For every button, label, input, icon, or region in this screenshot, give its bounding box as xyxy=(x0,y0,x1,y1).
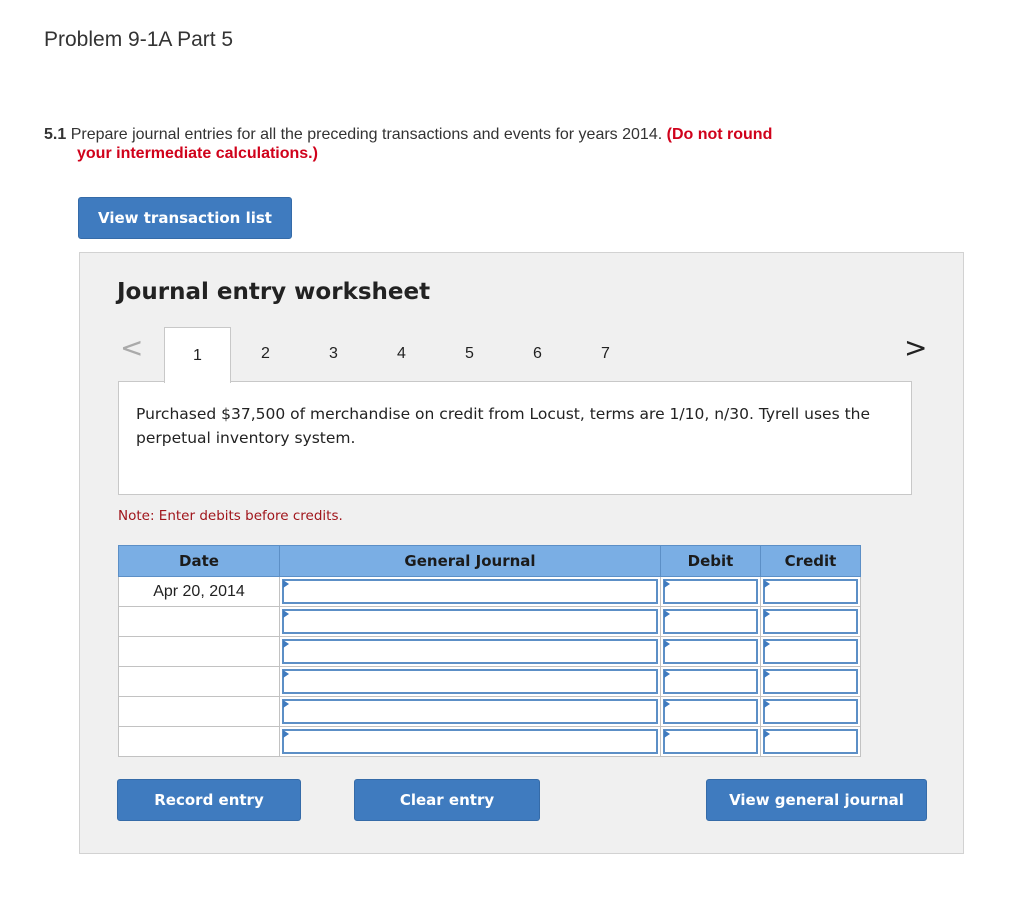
view-transaction-list-button[interactable]: View transaction list xyxy=(78,197,292,239)
tab-6[interactable]: 6 xyxy=(504,327,571,381)
date-cell: Apr 20, 2014 xyxy=(118,576,280,607)
instruction-number: 5.1 xyxy=(44,126,67,143)
table-row: Apr 20, 2014 xyxy=(118,576,861,607)
date-cell xyxy=(118,606,280,637)
table-row xyxy=(118,606,861,637)
tab-7[interactable]: 7 xyxy=(572,327,639,381)
credit-input[interactable] xyxy=(763,609,858,634)
account-input[interactable] xyxy=(282,729,658,754)
debit-input[interactable] xyxy=(663,579,758,604)
credit-input[interactable] xyxy=(763,639,858,664)
tab-1[interactable]: 1 xyxy=(164,327,231,383)
date-cell xyxy=(118,636,280,667)
worksheet-heading: Journal entry worksheet xyxy=(117,279,431,305)
clear-entry-button[interactable]: Clear entry xyxy=(354,779,540,821)
debit-input[interactable] xyxy=(663,609,758,634)
next-arrow-icon[interactable]: > xyxy=(904,331,927,364)
account-input[interactable] xyxy=(282,669,658,694)
instruction-warning-1: (Do not round xyxy=(666,126,773,143)
tab-4[interactable]: 4 xyxy=(368,327,435,381)
table-row xyxy=(118,696,861,727)
table-row xyxy=(118,636,861,667)
credit-input[interactable] xyxy=(763,729,858,754)
debit-input[interactable] xyxy=(663,729,758,754)
entry-note: Note: Enter debits before credits. xyxy=(118,508,343,524)
journal-entry-worksheet: Journal entry worksheet < > 1 2 3 4 5 6 … xyxy=(79,252,964,854)
tab-2[interactable]: 2 xyxy=(232,327,299,381)
prev-arrow-icon[interactable]: < xyxy=(120,331,143,364)
tab-3[interactable]: 3 xyxy=(300,327,367,381)
account-input[interactable] xyxy=(282,579,658,604)
account-input[interactable] xyxy=(282,609,658,634)
header-date: Date xyxy=(118,545,280,577)
date-cell xyxy=(118,726,280,757)
credit-input[interactable] xyxy=(763,579,858,604)
debit-input[interactable] xyxy=(663,639,758,664)
header-credit: Credit xyxy=(760,545,861,577)
view-general-journal-button[interactable]: View general journal xyxy=(706,779,927,821)
date-cell xyxy=(118,696,280,727)
record-entry-button[interactable]: Record entry xyxy=(117,779,301,821)
tab-5[interactable]: 5 xyxy=(436,327,503,381)
account-input[interactable] xyxy=(282,699,658,724)
debit-input[interactable] xyxy=(663,699,758,724)
instruction-text: Prepare journal entries for all the prec… xyxy=(70,126,663,143)
instructions: 5.1 Prepare journal entries for all the … xyxy=(44,125,864,163)
debit-input[interactable] xyxy=(663,669,758,694)
transaction-description: Purchased $37,500 of merchandise on cred… xyxy=(118,381,912,495)
credit-input[interactable] xyxy=(763,669,858,694)
page-title: Problem 9-1A Part 5 xyxy=(44,28,234,51)
header-general-journal: General Journal xyxy=(279,545,661,577)
table-row xyxy=(118,726,861,757)
general-journal-table: Date General Journal Debit Credit Apr 20… xyxy=(118,545,861,757)
date-cell xyxy=(118,666,280,697)
credit-input[interactable] xyxy=(763,699,858,724)
header-debit: Debit xyxy=(660,545,761,577)
table-row xyxy=(118,666,861,697)
instruction-warning-2: your intermediate calculations.) xyxy=(77,145,318,162)
account-input[interactable] xyxy=(282,639,658,664)
